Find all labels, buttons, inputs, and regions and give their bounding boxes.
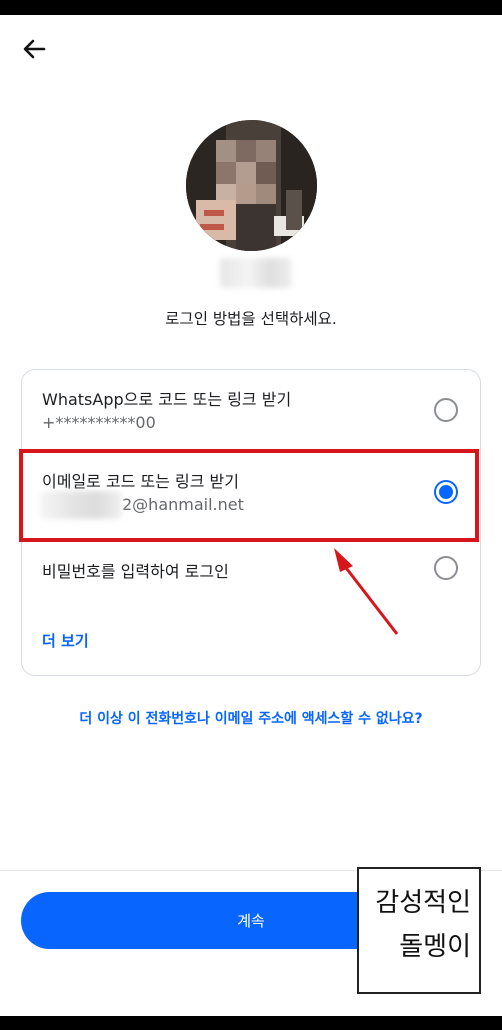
watermark-line1: 감성적인 [375, 888, 471, 918]
watermark-line2: 돌멩이 [399, 932, 471, 962]
access-help-link[interactable]: 더 이상 이 전화번호나 이메일 주소에 액세스할 수 없나요? [0, 708, 502, 728]
navigation-bar [0, 1016, 502, 1030]
watermark-box: 감성적인 돌멩이 [357, 867, 481, 994]
